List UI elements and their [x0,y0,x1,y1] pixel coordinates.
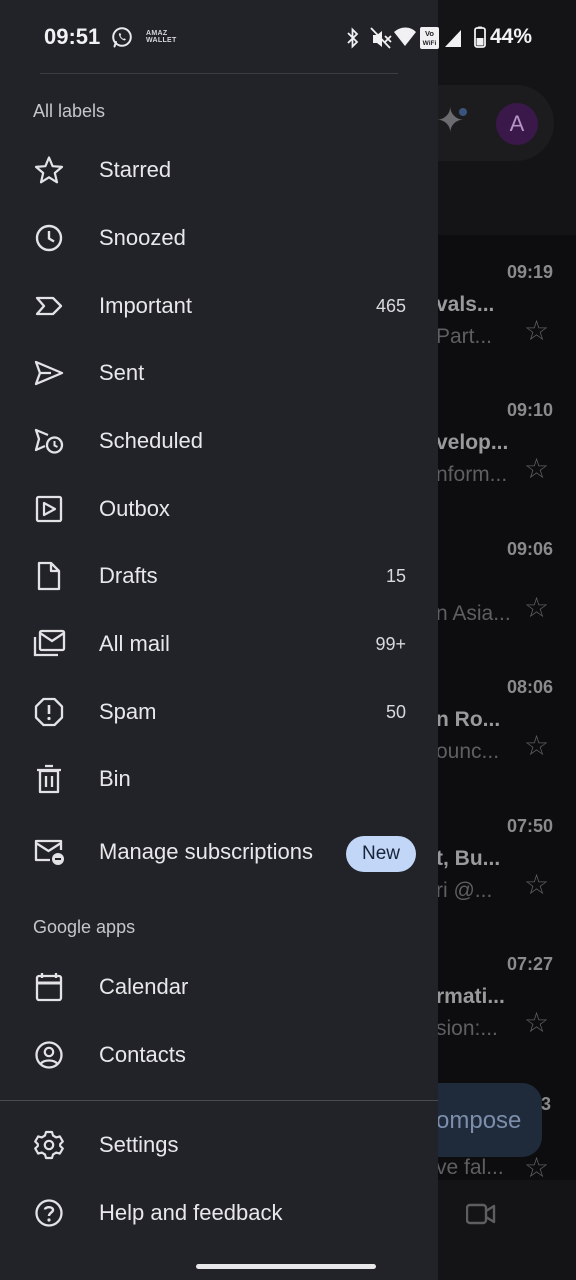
drawer-item-label: Settings [99,1132,179,1157]
email-snippet: ve fal... [436,1156,504,1179]
drawer-item-label: Bin [99,766,131,791]
drawer-item-starred[interactable]: Starred [0,138,438,202]
drawer-item-label: Sent [99,360,145,385]
calendar-icon [31,971,67,1003]
drawer-item-label: Contacts [99,1042,186,1067]
email-time: 09:06 [506,539,553,559]
wallet-text-1: AMAZ [146,30,168,37]
drawer-item-drafts[interactable]: Drafts 15 [0,544,438,608]
email-snippet: sion:... [436,1017,498,1040]
email-time: 07:27 [506,954,553,974]
star-icon[interactable]: ☆ [524,732,549,760]
drawer-item-label: Manage subscriptions [99,839,314,864]
star-icon[interactable]: ☆ [524,594,549,622]
contacts-icon [31,1039,67,1071]
sparkle-dot [459,108,467,116]
star-icon[interactable]: ☆ [524,1009,549,1037]
draft-icon [31,560,67,592]
drawer-item-label: Snoozed [99,225,186,250]
drawer-item-label: Starred [99,157,172,182]
drawer-item-settings[interactable]: Settings [0,1113,438,1177]
email-time: 09:10 [506,400,553,420]
drawer-item-contacts[interactable]: Contacts [0,1023,438,1087]
drawer-item-label: Spam [99,699,157,724]
vo-label: Vo [425,29,434,38]
email-subject: rmati... [436,985,505,1008]
send-icon [31,357,67,389]
drawer-item-label: Scheduled [99,428,203,453]
outbox-icon [31,493,67,525]
clock-icon [31,222,67,254]
wifi-label: WiFi [423,40,437,47]
home-gesture-bar[interactable] [196,1264,376,1269]
new-badge: New [346,836,416,872]
drawer-item-label: Drafts [99,563,158,588]
drawer-item-manage-subscriptions[interactable]: Manage subscriptions New [0,820,438,884]
section-header-all-labels: All labels [33,101,106,121]
help-icon [31,1197,67,1229]
all-mail-icon [31,628,67,660]
manage-subscriptions-icon [31,836,67,868]
email-time: 3 [541,1094,552,1114]
drawer-item-snoozed[interactable]: Snoozed [0,206,438,270]
wallet-notification-icon: AMAZ WALLET [146,30,177,44]
email-snippet: ounc... [436,740,500,763]
star-icon[interactable]: ☆ [524,455,549,483]
unread-count: 465 [375,296,406,316]
status-bar: 09:51 AMAZ WALLET Vo WiFi 44% [0,0,576,72]
email-subject: t, Bu... [436,847,501,870]
drawer-item-calendar[interactable]: Calendar [0,955,438,1019]
wallet-text-2: WALLET [146,37,177,44]
email-snippet: n Asia... [436,602,511,625]
email-subject: velop... [436,431,509,454]
star-icon[interactable]: ☆ [524,317,549,345]
email-subject: vals... [436,293,495,316]
star-icon [31,154,67,186]
email-subject: n Ro... [436,708,501,731]
email-snippet: Part... [436,325,493,348]
status-icons: Vo WiFi [347,26,486,49]
drawer-item-sent[interactable]: Sent [0,341,438,405]
status-time: 09:51 [44,24,101,49]
unread-count: 99+ [375,634,406,654]
divider [40,73,398,74]
email-time: 09:19 [506,262,553,282]
email-snippet: nform... [436,463,508,486]
compose-label: ompose [436,1107,522,1134]
section-header-google-apps: Google apps [33,917,136,937]
drawer-item-label: Important [99,293,192,318]
unread-count: 15 [385,566,406,586]
drawer-item-label: Calendar [99,974,189,999]
drawer-item-important[interactable]: Important 465 [0,274,438,338]
drawer-item-scheduled[interactable]: Scheduled [0,409,438,473]
gear-icon [31,1129,67,1161]
drawer-item-bin[interactable]: Bin [0,747,438,811]
video-icon[interactable] [466,1202,496,1226]
trash-icon [31,763,67,795]
email-time: 08:06 [506,677,553,697]
drawer-item-outbox[interactable]: Outbox [0,477,438,541]
drawer-item-spam[interactable]: Spam 50 [0,680,438,744]
star-icon[interactable]: ☆ [524,871,549,899]
drawer-item-label: Help and feedback [99,1200,283,1225]
whatsapp-icon [112,27,132,48]
spam-icon [31,696,67,728]
battery-percent: 44% [490,25,533,48]
important-icon [31,290,67,322]
email-time: 07:50 [506,816,553,836]
divider [0,1100,438,1101]
scheduled-send-icon [31,425,67,457]
drawer-item-all-mail[interactable]: All mail 99+ [0,612,438,676]
drawer-item-label: Outbox [99,496,170,521]
account-avatar[interactable]: A [496,103,538,145]
drawer-item-label: All mail [99,631,170,656]
email-snippet: ri @... [436,879,493,902]
unread-count: 50 [385,702,406,722]
drawer-item-help-and-feedback[interactable]: Help and feedback [0,1181,438,1245]
